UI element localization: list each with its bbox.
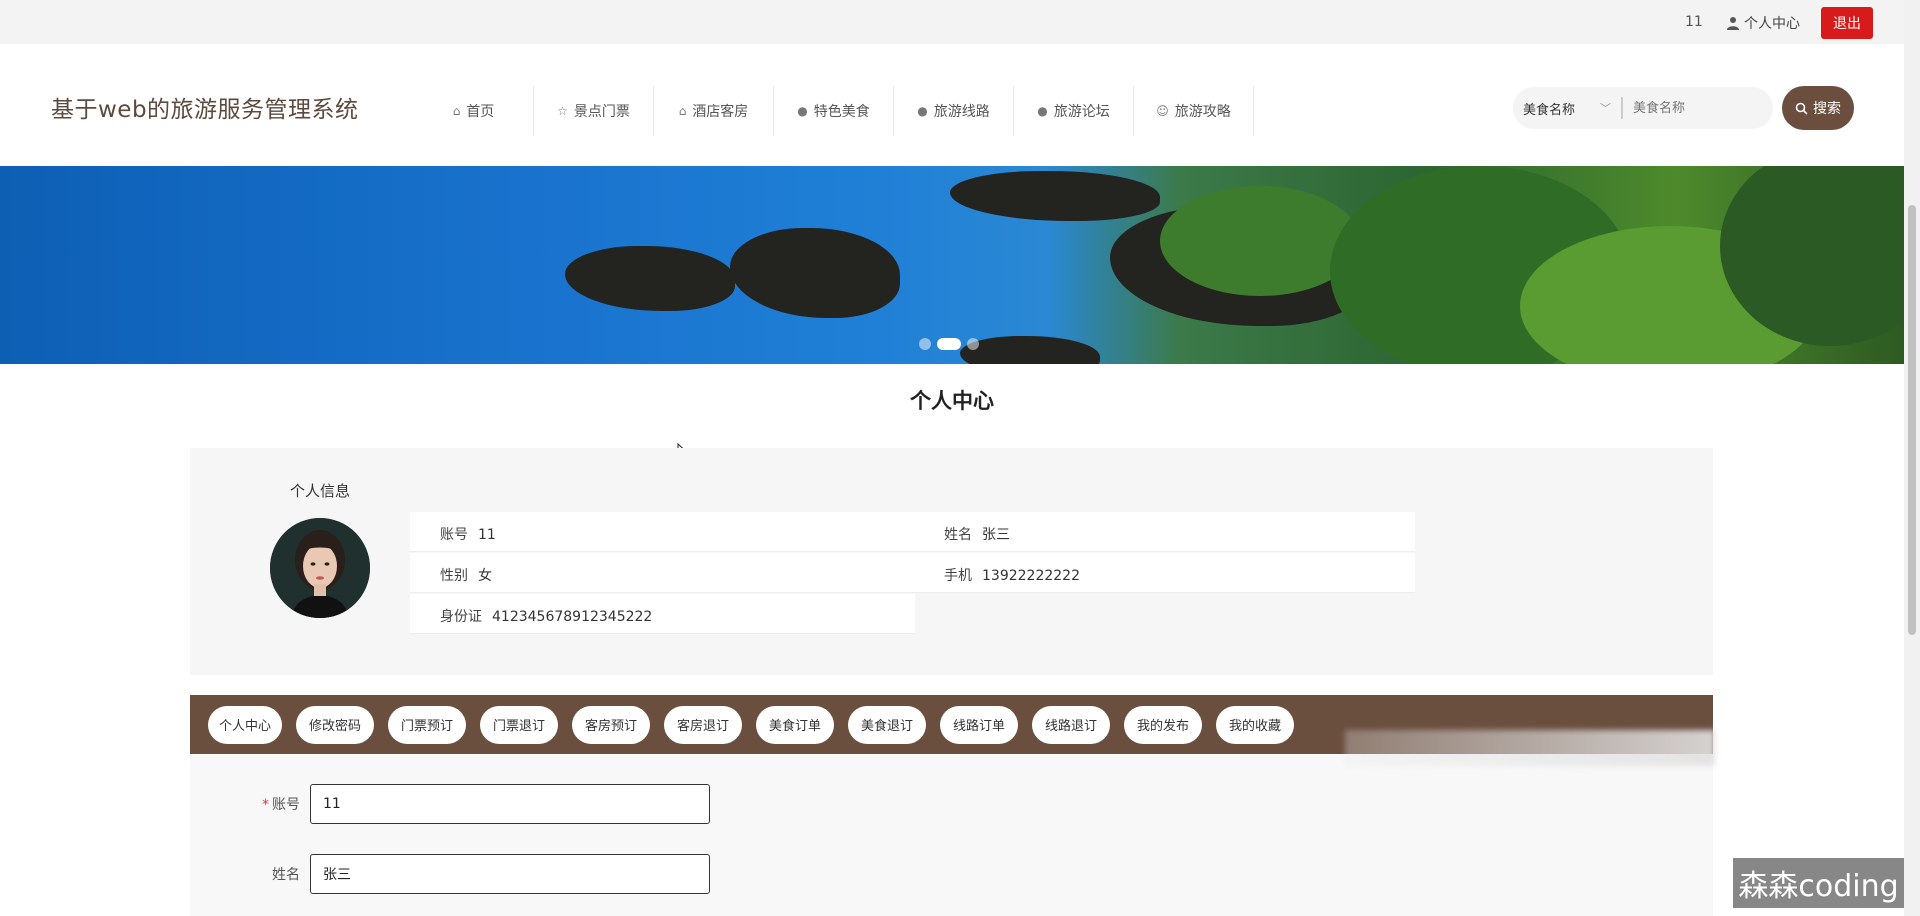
tab-ticket-booking[interactable]: 门票预订 [388,705,466,744]
tab-my-favorites[interactable]: 我的收藏 [1216,705,1294,744]
tab-room-booking[interactable]: 客房预订 [572,705,650,744]
search-select-value: 美食名称 [1523,102,1576,118]
nav-item-food[interactable]: ● 特色美食 [774,86,894,136]
banner-rock [730,228,900,318]
scrollbar-thumb[interactable] [1908,205,1916,635]
user-center-label: 个人中心 [1744,16,1800,32]
search-icon [1795,102,1808,115]
tab-my-posts[interactable]: 我的发布 [1124,705,1202,744]
carousel-dot[interactable] [967,338,979,350]
info-idcard: 身份证 412345678912345222 [440,606,652,626]
tab-route-orders[interactable]: 线路订单 [940,705,1018,744]
chevron-down-icon: ﹀ [1600,102,1611,115]
info-row: 账号 11 姓名 张三 [410,512,1415,552]
account-field[interactable]: 11 [310,784,710,824]
watermark: 森森coding [1733,858,1904,908]
home-icon: ⌂ [452,104,461,118]
info-value: 13922222222 [982,568,1080,584]
search-input[interactable] [1623,100,1763,116]
name-field[interactable]: 张三 [310,854,710,894]
nav-item-tickets[interactable]: ☆ 景点门票 [534,86,654,136]
site-title[interactable]: 基于web的旅游服务管理系统 [51,90,359,124]
nav-item-home[interactable]: ⌂ 首页 [414,86,534,136]
account-label-text: 账号 [272,797,300,813]
search-field-select[interactable]: 美食名称 ﹀ [1513,97,1623,119]
top-bar: 11 个人中心 退出 [0,0,1904,44]
main-nav: ⌂ 首页 ☆ 景点门票 ⌂ 酒店客房 ● 特色美食 ● 旅游线路 ● 旅游论坛 ☺ 旅游攻略 [414,86,1254,136]
info-label: 姓名 [944,527,972,543]
info-icon: ● [797,104,808,118]
banner-rock [960,336,1100,364]
page-scrollbar[interactable] [1904,0,1920,916]
nav-label: 旅游论坛 [1053,104,1110,120]
logout-button[interactable]: 退出 [1821,7,1873,39]
info-value: 张三 [982,527,1010,543]
user-icon [1727,17,1739,30]
info-value: 11 [478,527,496,543]
help-icon: ● [917,104,928,118]
search-bar: 美食名称 ﹀ [1513,87,1773,129]
nav-label: 景点门票 [573,104,630,120]
tab-user-center[interactable]: 个人中心 [208,705,282,744]
search-button[interactable]: 搜索 [1782,86,1854,130]
required-mark: * [262,797,269,813]
name-field-label: 姓名 [272,867,300,883]
info-icon: ● [1037,104,1048,118]
info-label: 身份证 [440,609,482,625]
star-icon: ☆ [557,104,568,118]
avatar [270,518,370,618]
nav-label: 首页 [466,104,495,120]
info-phone: 手机 13922222222 [944,565,1080,585]
info-label: 性别 [440,568,468,584]
info-label: 手机 [944,568,972,584]
nav-label: 酒店客房 [692,104,749,120]
info-row: 性别女 手机 13922222222 [410,553,1415,593]
nav-item-routes[interactable]: ● 旅游线路 [894,86,1014,136]
banner-carousel[interactable] [0,166,1904,364]
user-center-link[interactable]: 个人中心 [1726,13,1800,33]
carousel-dot[interactable] [919,338,931,350]
tab-room-refund[interactable]: 客房退订 [664,705,742,744]
search-button-label: 搜索 [1813,101,1841,117]
nav-label: 旅游攻略 [1174,104,1231,120]
page: 11 个人中心 退出 基于web的旅游服务管理系统 ⌂ 首页 ☆ 景点门票 ⌂ 酒店客… [0,0,1920,916]
info-row: 身份证 412345678912345222 [410,594,915,634]
info-value: 女 [478,568,492,584]
form-row-name: 姓名 张三 [190,854,710,894]
smile-icon: ☺ [1156,104,1169,118]
info-name: 姓名 张三 [944,524,1010,544]
nav-item-forum[interactable]: ● 旅游论坛 [1014,86,1134,136]
info-account: 账号 11 [440,524,496,544]
carousel-dot-active[interactable] [937,338,961,350]
personal-info-panel: 个人信息 账号 11 姓名 张三 性别女 手机 13922222222 身份证 4123 [190,448,1713,675]
info-label: 账号 [440,527,468,543]
tab-change-password[interactable]: 修改密码 [296,705,374,744]
tab-food-orders[interactable]: 美食订单 [756,705,834,744]
nav-label: 特色美食 [813,104,870,120]
nav-item-hotel[interactable]: ⌂ 酒店客房 [654,86,774,136]
carousel-indicators [919,338,979,350]
blurred-overlay [1345,730,1715,766]
username-label: 11 [1685,14,1703,30]
page-title: 个人中心 [910,389,994,413]
nav-item-guides[interactable]: ☺ 旅游攻略 [1134,86,1254,136]
bag-icon: ⌂ [678,104,687,118]
account-field-label: * 账号 [190,794,310,814]
info-value: 412345678912345222 [492,609,653,625]
tab-ticket-refund[interactable]: 门票退订 [480,705,558,744]
tab-route-refund[interactable]: 线路退订 [1032,705,1110,744]
nav-label: 旅游线路 [933,104,990,120]
banner-rock [950,171,1160,221]
tab-food-refund[interactable]: 美食退订 [848,705,926,744]
profile-form: * 账号 11 姓名 张三 [190,754,1713,916]
form-row-account: * 账号 11 [190,784,710,824]
header: 基于web的旅游服务管理系统 ⌂ 首页 ☆ 景点门票 ⌂ 酒店客房 ● 特色美食 ● 旅游… [0,44,1904,166]
info-section-title: 个人信息 [290,482,351,500]
info-gender: 性别女 [440,565,492,585]
banner-rock [565,246,735,311]
